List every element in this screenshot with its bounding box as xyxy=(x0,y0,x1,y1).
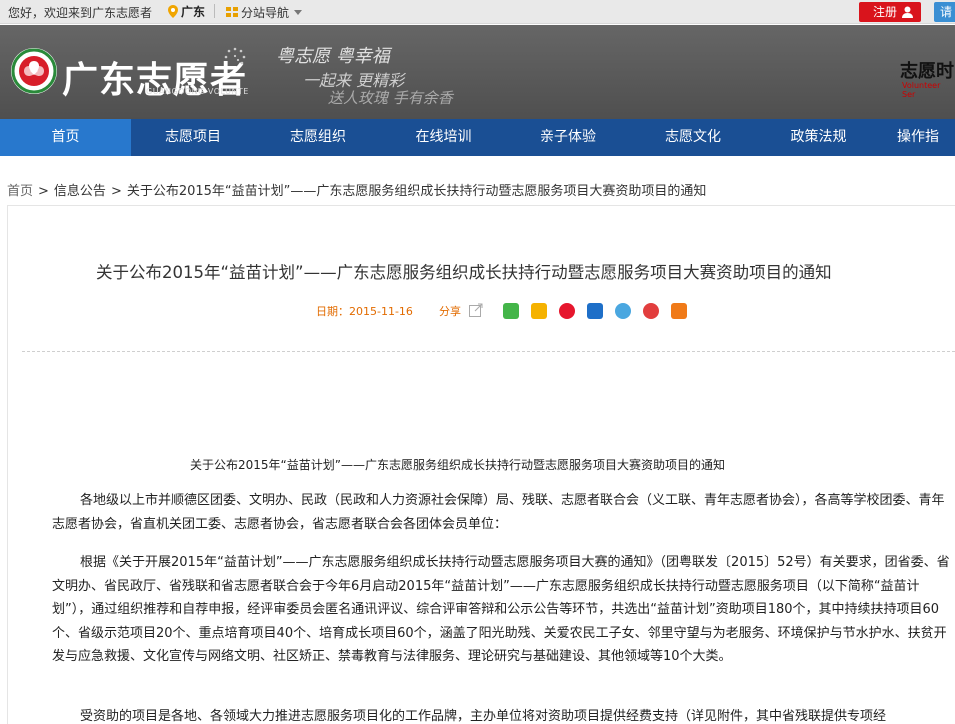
nav-item-organizations[interactable]: 志愿组织 xyxy=(255,119,381,156)
tencent-weibo-icon[interactable] xyxy=(615,303,631,319)
external-link-icon xyxy=(468,303,482,317)
divider xyxy=(214,4,215,18)
breadcrumb-home[interactable]: 首页 xyxy=(7,184,33,199)
more-icon[interactable] xyxy=(671,303,687,319)
divider xyxy=(22,351,955,352)
site-nav-label: 分站导航 xyxy=(241,6,290,20)
location-selector[interactable]: 广东 xyxy=(168,3,205,20)
date-label: 日期： xyxy=(316,305,349,318)
article-title: 关于公布2015年“益苗计划”——广东志愿服务组织成长扶持行动暨志愿服务项目大赛… xyxy=(96,263,832,282)
article-body-title: 关于公布2015年“益苗计划”——广东志愿服务组织成长扶持行动暨志愿服务项目大赛… xyxy=(190,458,725,472)
grid-icon xyxy=(226,7,238,17)
volunteer-time-logo[interactable]: 志愿时 xyxy=(900,57,954,83)
breadcrumb-separator: > xyxy=(110,184,122,199)
main-navigation: 首页 志愿项目 志愿组织 在线培训 亲子体验 志愿文化 政策法规 操作指 xyxy=(0,119,955,156)
site-nav-dropdown[interactable]: 分站导航 xyxy=(226,4,303,21)
nav-item-policy[interactable]: 政策法规 xyxy=(756,119,881,156)
qzone-icon[interactable] xyxy=(531,303,547,319)
nav-item-family[interactable]: 亲子体验 xyxy=(506,119,630,156)
breadcrumb: 首页 > 信息公告 > 关于公布2015年“益苗计划”——广东志愿服务组织成长扶持行动暨… xyxy=(7,180,706,199)
nav-item-home[interactable]: 首页 xyxy=(0,119,131,156)
breadcrumb-separator: > xyxy=(38,184,49,199)
article-meta: 日期：2015-11-16 分享 xyxy=(316,303,482,319)
location-label: 广东 xyxy=(181,5,206,19)
welcome-text: 您好，欢迎来到广东志愿者 xyxy=(8,6,153,20)
breadcrumb-section[interactable]: 信息公告 xyxy=(54,184,106,199)
slogan-line-1: 粤志愿 粤幸福 xyxy=(276,46,390,67)
weibo-icon[interactable] xyxy=(559,303,575,319)
location-pin-icon xyxy=(168,5,178,18)
top-bar: 您好，欢迎来到广东志愿者 广东 分站导航 注册 请 xyxy=(0,0,955,24)
decorative-dots-icon xyxy=(224,47,246,65)
breadcrumb-current: 关于公布2015年“益苗计划”——广东志愿服务组织成长扶持行动暨志愿服务项目大赛… xyxy=(126,184,707,199)
article-paragraph: 根据《关于开展2015年“益苗计划”——广东志愿服务组织成长扶持行动暨志愿服务项… xyxy=(52,555,950,664)
register-label: 注册 xyxy=(873,5,898,19)
share-link[interactable]: 分享 xyxy=(439,303,483,319)
login-label: 请 xyxy=(940,5,953,19)
renren-icon[interactable] xyxy=(587,303,603,319)
site-header: 广东志愿者 GUANGDONG VOLUNTE 粤志愿 粤幸福 一起来 更精彩 … xyxy=(0,25,955,119)
logo-subtitle: GUANGDONG VOLUNTE xyxy=(146,87,249,96)
nav-item-projects[interactable]: 志愿项目 xyxy=(131,119,255,156)
douban-icon[interactable] xyxy=(643,303,659,319)
user-icon xyxy=(902,6,913,18)
chevron-down-icon xyxy=(294,10,303,15)
nav-item-training[interactable]: 在线培训 xyxy=(381,119,506,156)
volunteer-emblem-icon[interactable] xyxy=(10,47,58,95)
article-paragraph: 受资助的项目是各地、各领域大力推进志愿服务项目化的工作品牌，主办单位将对资助项目… xyxy=(80,709,887,724)
article-date: 2015-11-16 xyxy=(349,305,413,318)
share-icon-bar xyxy=(503,303,687,319)
register-button[interactable]: 注册 xyxy=(859,2,921,22)
article-paragraph: 各地级以上市并顺德区团委、文明办、民政（民政和人力资源社会保障）局、残联、志愿者… xyxy=(52,493,945,532)
nav-item-guide[interactable]: 操作指 xyxy=(881,119,955,156)
volunteer-time-subtitle: Volunteer Ser xyxy=(902,81,941,99)
share-label: 分享 xyxy=(439,305,461,318)
slogan-line-3: 送人玫瑰 手有余香 xyxy=(328,89,453,107)
login-button[interactable]: 请 xyxy=(934,2,955,22)
wechat-icon[interactable] xyxy=(503,303,519,319)
nav-item-culture[interactable]: 志愿文化 xyxy=(630,119,756,156)
